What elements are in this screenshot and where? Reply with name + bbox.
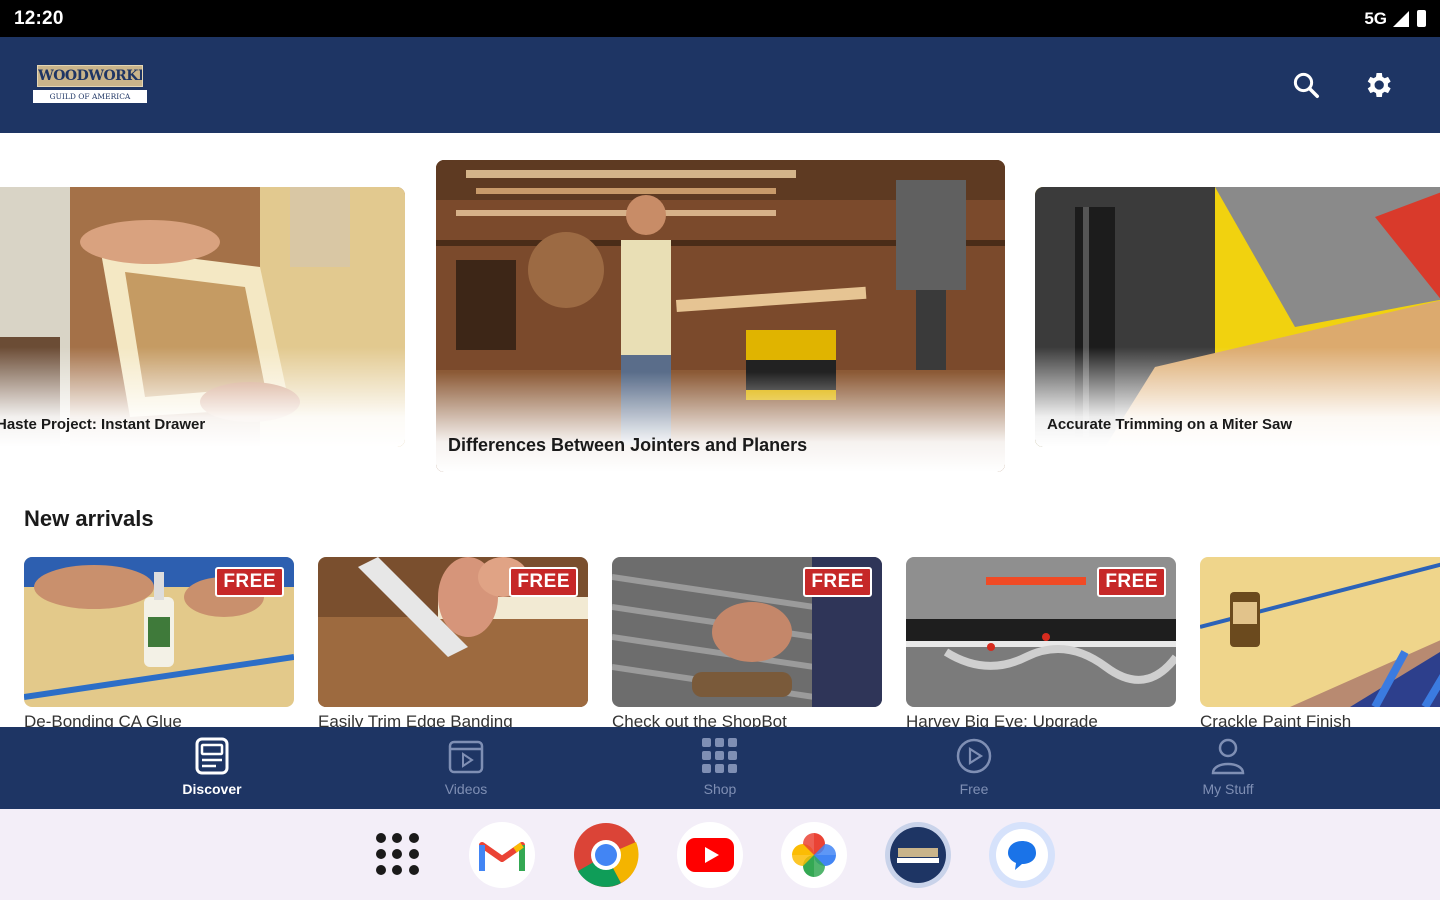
system-dock (0, 809, 1440, 900)
slide-title: Accurate Trimming on a Miter Saw (1047, 416, 1293, 433)
logo-wordmark: WOODWORKERS (37, 65, 143, 87)
free-badge: FREE (509, 567, 578, 597)
video-title: De-Bonding CA Glue (24, 712, 182, 727)
wwga-app[interactable] (885, 821, 951, 888)
photos-app[interactable] (781, 821, 847, 888)
video-title: Crackle Paint Finish (1200, 712, 1352, 727)
chrome-icon (574, 822, 639, 887)
nav-videos[interactable]: Videos (339, 727, 593, 809)
video-card[interactable]: FREE Easily Trim Edge Banding (318, 557, 588, 727)
status-bar: 12:20 5G (0, 0, 1440, 37)
status-time: 12:20 (14, 7, 64, 29)
video-thumbnail: FREE (612, 557, 882, 707)
messages-app[interactable] (989, 821, 1055, 888)
search-icon (1293, 72, 1319, 98)
gmail-app[interactable] (469, 821, 535, 888)
network-type: 5G (1364, 8, 1387, 28)
section-title-new-arrivals: New arrivals (24, 506, 154, 531)
battery-icon (1417, 10, 1426, 27)
featured-carousel: Haste Project: Instant Drawer Difference… (0, 133, 1440, 488)
free-badge: FREE (803, 567, 872, 597)
thumbnail-image (1200, 557, 1440, 707)
settings-button[interactable] (1362, 69, 1394, 101)
youtube-icon (686, 837, 734, 872)
video-thumbnail: FREE (906, 557, 1176, 707)
video-icon (448, 740, 484, 774)
video-thumbnail: FREE (24, 557, 294, 707)
person-icon (1211, 738, 1245, 775)
video-card[interactable]: FREE Check out the ShopBot (612, 557, 882, 727)
nav-discover[interactable]: Discover (85, 727, 339, 809)
nav-label: Discover (182, 781, 242, 797)
header-actions (1290, 69, 1408, 101)
free-badge: FREE (215, 567, 284, 597)
slide-fade (436, 372, 1005, 472)
signal-icon (1393, 10, 1409, 27)
discover-icon (195, 737, 229, 775)
youtube-app[interactable] (677, 821, 743, 888)
play-circle-icon (956, 738, 992, 774)
search-button[interactable] (1290, 69, 1322, 101)
video-title: Harvey Big Eye: Upgrade (906, 712, 1098, 727)
nav-label: Shop (703, 781, 737, 797)
video-title: Check out the ShopBot (612, 712, 787, 727)
carousel-slide[interactable]: Haste Project: Instant Drawer (0, 187, 405, 447)
nav-label: My Stuff (1202, 781, 1254, 797)
chrome-app[interactable] (573, 822, 639, 888)
video-thumbnail (1200, 557, 1440, 707)
nav-shop[interactable]: Shop (593, 727, 847, 809)
carousel-slide[interactable]: Accurate Trimming on a Miter Saw (1035, 187, 1440, 447)
nav-label: Videos (444, 781, 488, 797)
video-card[interactable]: Crackle Paint Finish (1200, 557, 1440, 727)
nav-free[interactable]: Free (847, 727, 1101, 809)
app-drawer-icon (376, 832, 420, 877)
gmail-icon (479, 841, 525, 871)
wwga-app-icon (890, 826, 946, 883)
gear-icon (1367, 73, 1391, 97)
video-thumbnail: FREE (318, 557, 588, 707)
app-drawer-button[interactable] (365, 822, 431, 888)
grid-icon (702, 738, 737, 773)
free-badge: FREE (1097, 567, 1166, 597)
status-indicators: 5G (1364, 9, 1426, 29)
video-title: Easily Trim Edge Banding (318, 712, 513, 727)
new-arrivals-row: FREE De-Bonding CA Glue FREE Easily Trim… (0, 557, 1440, 727)
bottom-navigation: Discover Videos Shop Free My Stuff (0, 727, 1440, 809)
app-header: WOODWORKERS GUILD OF AMERICA (0, 37, 1440, 133)
nav-label: Free (959, 781, 989, 797)
logo-subtitle: GUILD OF AMERICA (32, 89, 148, 104)
slide-title: Differences Between Jointers and Planers (448, 435, 808, 455)
messages-icon (996, 828, 1048, 881)
carousel-slide-active[interactable]: Differences Between Jointers and Planers (436, 160, 1005, 472)
nav-my-stuff[interactable]: My Stuff (1101, 727, 1355, 809)
photos-icon (792, 832, 836, 877)
slide-title: Haste Project: Instant Drawer (0, 416, 206, 433)
app-logo: WOODWORKERS GUILD OF AMERICA (32, 65, 148, 105)
video-card[interactable]: FREE Harvey Big Eye: Upgrade (906, 557, 1176, 727)
video-card[interactable]: FREE De-Bonding CA Glue (24, 557, 294, 727)
